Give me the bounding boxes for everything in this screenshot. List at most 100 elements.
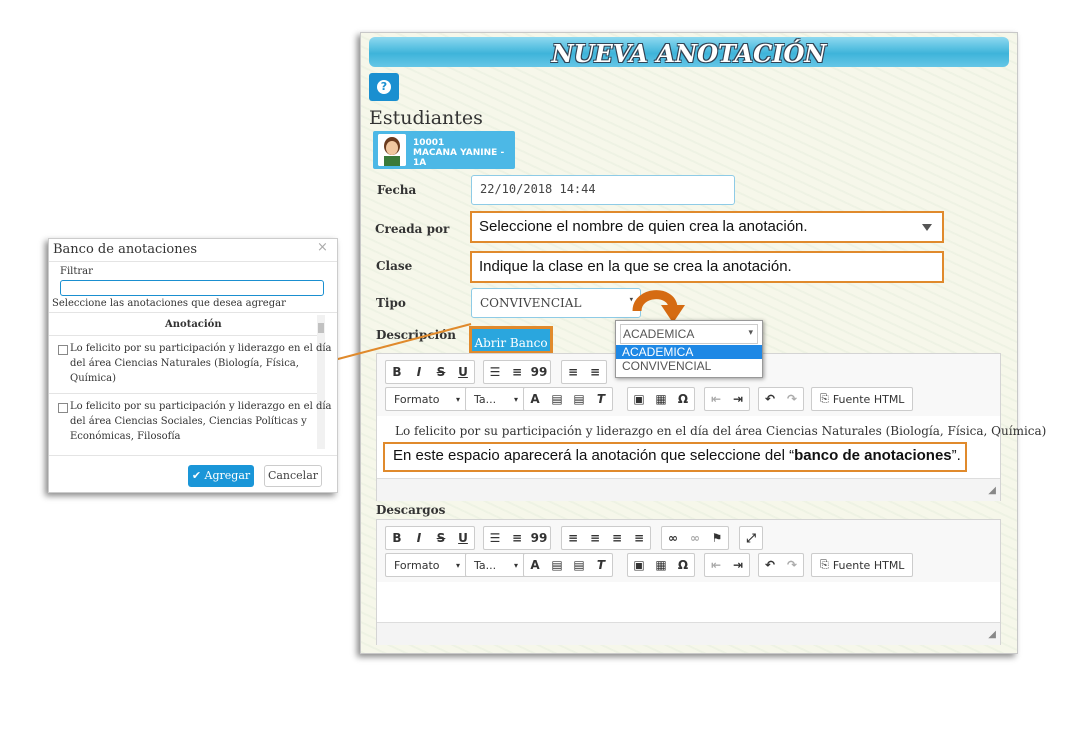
special-char-icon[interactable]: Ω	[672, 558, 694, 572]
item-line: Química)	[70, 373, 116, 384]
image-icon[interactable]: ▣	[628, 558, 650, 572]
caret-icon: ▾	[455, 394, 460, 404]
indent-icon[interactable]: ⇥	[727, 558, 749, 572]
resize-handle-icon[interactable]: ◢	[988, 629, 996, 640]
bullet-list-icon[interactable]: ☰	[484, 531, 506, 545]
undo-icon[interactable]: ↶	[759, 558, 781, 572]
numbered-list-icon[interactable]: ≡	[506, 531, 528, 545]
undo-icon[interactable]: ↶	[759, 392, 781, 406]
source-button[interactable]: ⎘ Fuente HTML	[811, 553, 914, 577]
close-icon[interactable]: ×	[317, 240, 328, 255]
underline-button[interactable]: U	[452, 531, 474, 545]
fecha-value: 22/10/2018 14:44	[480, 182, 596, 196]
creada-por-hint: Seleccione el nombre de quien crea la an…	[479, 218, 808, 235]
descripcion-hint-box: En este espacio aparecerá la anotación q…	[383, 442, 967, 472]
tipo-select[interactable]: CONVIVENCIAL ▾	[471, 288, 641, 318]
size-dropdown[interactable]: Ta... ▾	[465, 387, 527, 411]
table-icon[interactable]: ▦	[650, 392, 672, 406]
student-chip[interactable]: 10001 MACANA YANINE - 1A	[373, 131, 515, 169]
scrollbar[interactable]	[317, 315, 325, 449]
option-label: CONVIVENCIAL	[622, 359, 712, 373]
clase-input[interactable]: Indique la clase en la que se crea la an…	[470, 251, 944, 283]
indent-group: ⇤ ⇥	[704, 387, 750, 411]
size-label: Ta...	[474, 558, 497, 572]
strike-button[interactable]: S	[430, 531, 452, 545]
anchor-flag-icon[interactable]: ⚑	[706, 531, 728, 545]
dropdown-option-academica[interactable]: ACADEMICA	[616, 345, 762, 359]
checkbox[interactable]	[58, 403, 68, 413]
unlink-icon[interactable]: ∞	[684, 531, 706, 545]
checkbox[interactable]	[58, 345, 68, 355]
indent-icon[interactable]: ⇥	[727, 392, 749, 406]
align-group: ≡ ≡	[561, 360, 607, 384]
descripcion-text: Lo felicito por su participación y lider…	[395, 424, 1047, 438]
help-button[interactable]: ?	[369, 73, 399, 101]
fecha-input[interactable]: 22/10/2018 14:44	[471, 175, 735, 205]
text-color-icon[interactable]: A	[524, 558, 546, 572]
align-left-icon[interactable]: ≡	[562, 365, 584, 379]
filter-input[interactable]	[60, 280, 324, 296]
agregar-button[interactable]: ✔ Agregar	[188, 465, 254, 487]
divider	[49, 335, 317, 336]
align-center-icon[interactable]: ≡	[584, 365, 606, 379]
source-button[interactable]: ⎘ Fuente HTML	[811, 387, 914, 411]
list-item[interactable]: Lo felicito por su participación y lider…	[49, 397, 332, 451]
remove-format-icon[interactable]: T	[590, 558, 612, 572]
size-dropdown[interactable]: Ta... ▾	[465, 553, 527, 577]
maximize-icon[interactable]: ⤢	[740, 531, 762, 546]
paste-word-icon[interactable]: ▤	[568, 558, 590, 572]
clipboard-group: A ▤ ▤ T	[523, 387, 613, 411]
cancelar-button[interactable]: Cancelar	[264, 465, 322, 487]
descripcion-hint: En este espacio aparecerá la anotación q…	[393, 447, 961, 464]
align-justify-icon[interactable]: ≡	[628, 531, 650, 545]
align-right-icon[interactable]: ≡	[606, 531, 628, 545]
special-char-icon[interactable]: Ω	[672, 392, 694, 406]
bold-button[interactable]: B	[386, 531, 408, 545]
redo-icon[interactable]: ↷	[781, 392, 803, 406]
editor-statusbar: ◢	[377, 478, 1000, 501]
list-item[interactable]: Lo felicito por su participación y lider…	[49, 339, 332, 393]
redo-icon[interactable]: ↷	[781, 558, 803, 572]
outdent-icon[interactable]: ⇤	[705, 558, 727, 572]
list-group: ☰ ≡ 99	[483, 526, 551, 550]
editor-toolbar: B I S U ☰ ≡ 99 ≡ ≡ ≡ ≡ ∞ ∞ ⚑ ⤢ Formato ▾…	[377, 520, 1000, 582]
descargos-label: Descargos	[376, 503, 446, 517]
dropdown-option-convivencial[interactable]: CONVIVENCIAL	[616, 359, 762, 373]
remove-format-icon[interactable]: T	[590, 392, 612, 406]
align-left-icon[interactable]: ≡	[562, 531, 584, 545]
size-label: Ta...	[474, 392, 497, 406]
formato-dropdown[interactable]: Formato ▾	[385, 553, 469, 577]
select-arrow-icon: ▾	[748, 327, 753, 337]
paste-word-icon[interactable]: ▤	[568, 392, 590, 406]
blockquote-icon[interactable]: 99	[528, 531, 550, 545]
creada-por-select[interactable]: Seleccione el nombre de quien crea la an…	[470, 211, 944, 243]
item-line: del área Ciencias Naturales (Biología, F…	[70, 358, 299, 369]
formato-label: Formato	[394, 558, 440, 572]
link-group: ∞ ∞ ⚑	[661, 526, 729, 550]
dropdown-current[interactable]: ACADEMICA ▾	[620, 324, 758, 344]
title-bar: NUEVA ANOTACIÓN	[369, 37, 1009, 68]
scrollbar-thumb[interactable]	[318, 323, 324, 333]
numbered-list-icon[interactable]: ≡	[506, 365, 528, 379]
image-icon[interactable]: ▣	[628, 392, 650, 406]
resize-handle-icon[interactable]: ◢	[988, 485, 996, 496]
banco-anotaciones-modal: Banco de anotaciones × Filtrar Seleccion…	[48, 238, 338, 493]
formato-dropdown[interactable]: Formato ▾	[385, 387, 469, 411]
abrir-banco-button[interactable]: Abrir Banco	[469, 326, 553, 354]
filter-label: Filtrar	[60, 266, 93, 277]
student-id: 10001	[413, 138, 445, 148]
text-color-icon[interactable]: A	[524, 392, 546, 406]
insert-group: ▣ ▦ Ω	[627, 553, 695, 577]
table-icon[interactable]: ▦	[650, 558, 672, 572]
align-center-icon[interactable]: ≡	[584, 531, 606, 545]
link-icon[interactable]: ∞	[662, 531, 684, 545]
blockquote-icon[interactable]: 99	[528, 365, 550, 379]
paste-icon[interactable]: ▤	[546, 558, 568, 572]
bullet-list-icon[interactable]: ☰	[484, 365, 506, 379]
outdent-icon[interactable]: ⇤	[705, 392, 727, 406]
paste-icon[interactable]: ▤	[546, 392, 568, 406]
italic-button[interactable]: I	[408, 531, 430, 545]
descargos-content[interactable]	[377, 582, 1000, 622]
item-line: Económicas, Filosofía	[70, 431, 181, 442]
item-line: Lo felicito por su participación y lider…	[70, 343, 332, 354]
